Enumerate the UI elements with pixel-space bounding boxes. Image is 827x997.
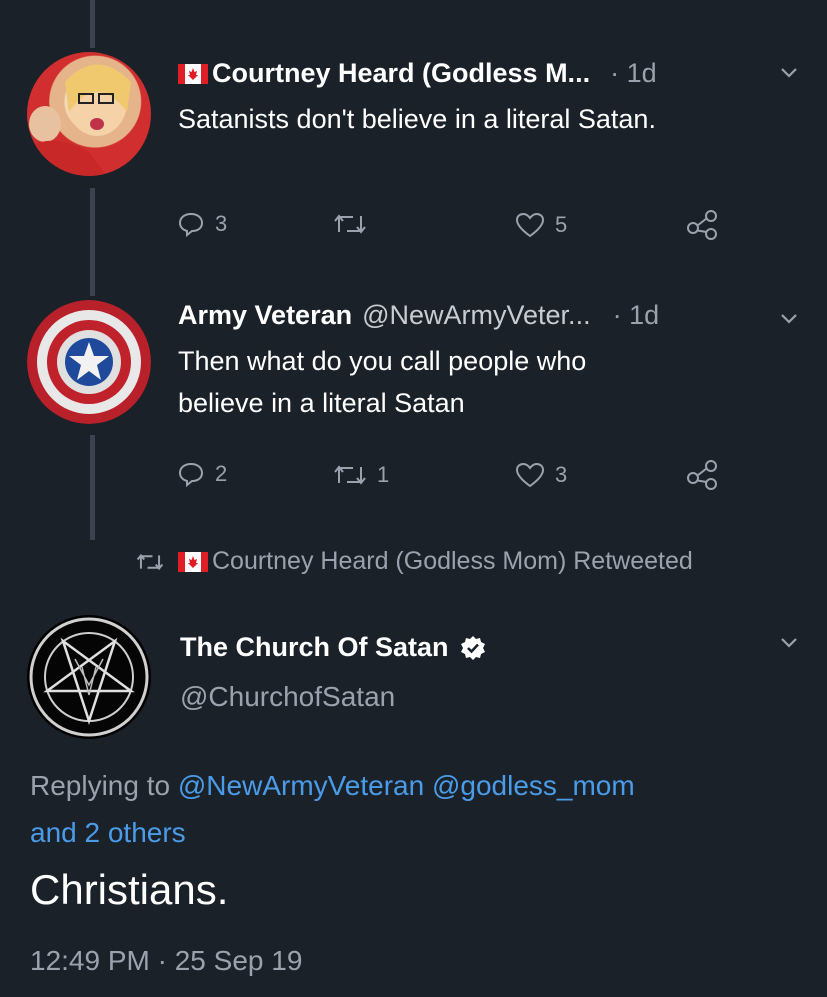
- retweet-banner-text: Courtney Heard (Godless Mom) Retweeted: [212, 547, 693, 575]
- tweet1-share[interactable]: [685, 208, 721, 240]
- chevron-down-icon[interactable]: [778, 62, 800, 84]
- reply-icon: [178, 212, 204, 238]
- share-icon: [687, 460, 717, 490]
- retweet-icon: [334, 465, 366, 485]
- avatar-church-of-satan[interactable]: [27, 615, 151, 739]
- reply-icon: [178, 462, 204, 488]
- retweet-icon: [136, 553, 164, 570]
- tweet2-author-name[interactable]: Army Veteran: [178, 300, 352, 331]
- tweet1-author-name[interactable]: Courtney Heard (Godless M...: [212, 58, 590, 89]
- tweet1-text: Satanists don't believe in a literal Sat…: [178, 104, 656, 134]
- thread-line-top: [90, 0, 95, 48]
- tweet1-header: Courtney Heard (Godless M... · 1d: [178, 58, 657, 89]
- replying-to: Replying to @NewArmyVeteran @godless_mom…: [30, 762, 790, 856]
- tweet2-retweet-count: 1: [377, 462, 390, 487]
- main-tweet-text: Christians.: [30, 866, 229, 913]
- share-icon: [687, 210, 717, 240]
- chevron-down-icon[interactable]: [778, 632, 800, 654]
- tweet2-share[interactable]: [685, 458, 721, 490]
- tweet2-retweet[interactable]: 1: [333, 462, 389, 488]
- flag-canada-icon: [178, 551, 208, 572]
- tweet1-reply[interactable]: 3: [177, 210, 227, 238]
- verified-icon: [460, 635, 485, 660]
- thread-line-1: [90, 188, 95, 296]
- tweet2-header: Army Veteran @NewArmyVeter... · 1d: [178, 300, 659, 331]
- mention-godless-mom[interactable]: @godless_mom: [432, 770, 635, 801]
- avatar-army-veteran[interactable]: [27, 300, 151, 424]
- mention-newarmyveteran[interactable]: @NewArmyVeteran: [178, 770, 424, 801]
- avatar-courtney[interactable]: [27, 52, 151, 176]
- like-icon: [515, 462, 545, 488]
- tweet2-author-handle[interactable]: @NewArmyVeter...: [362, 300, 590, 331]
- tweet1-like-count: 5: [555, 212, 568, 237]
- tweet1-retweet[interactable]: [333, 212, 377, 236]
- tweet2-reply-count: 2: [215, 461, 228, 486]
- retweet-icon: [334, 214, 366, 234]
- tweet1-time[interactable]: · 1d: [610, 58, 657, 89]
- tweet2-like-count: 3: [555, 462, 568, 487]
- tweet2-text-line1: Then what do you call people who: [178, 346, 587, 376]
- thread-line-2: [90, 435, 95, 540]
- main-tweet-header: The Church Of Satan: [180, 632, 487, 663]
- retweet-banner[interactable]: Courtney Heard (Godless Mom) Retweeted: [136, 547, 693, 576]
- tweet2-text: Then what do you call people who believe…: [178, 340, 586, 424]
- tweet1-reply-count: 3: [215, 211, 228, 236]
- main-tweet-author-name[interactable]: The Church Of Satan: [180, 632, 449, 663]
- tweet2-time[interactable]: · 1d: [613, 300, 660, 331]
- tweet1-like[interactable]: 5: [515, 212, 567, 238]
- tweet2-reply[interactable]: 2: [177, 460, 227, 488]
- main-tweet-timestamp[interactable]: 12:49 PM · 25 Sep 19: [30, 945, 302, 977]
- main-tweet-author-handle[interactable]: @ChurchofSatan: [180, 681, 395, 713]
- mention-others[interactable]: and 2 others: [30, 817, 186, 848]
- chevron-down-icon[interactable]: [778, 308, 800, 330]
- tweet2-like[interactable]: 3: [515, 462, 567, 488]
- pentagram-icon: [29, 617, 149, 737]
- tweet2-text-line2: believe in a literal Satan: [178, 388, 465, 418]
- like-icon: [515, 212, 545, 238]
- replying-to-label: Replying to: [30, 770, 171, 801]
- flag-canada-icon: [178, 63, 208, 84]
